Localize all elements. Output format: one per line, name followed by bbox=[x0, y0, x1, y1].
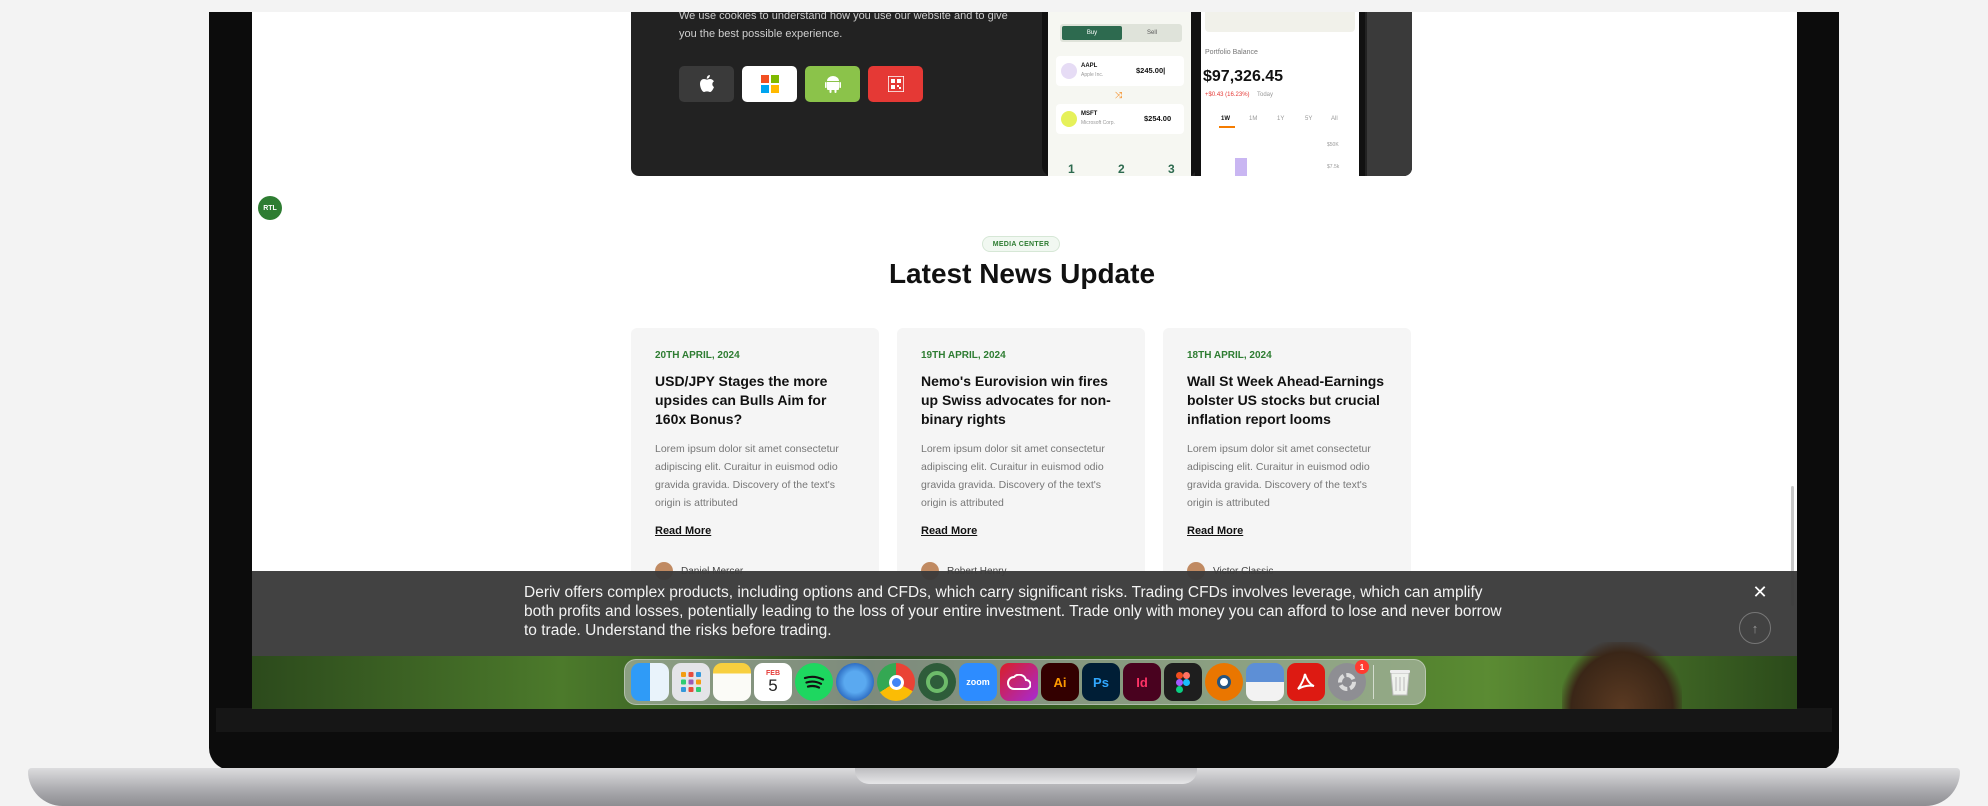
news-card[interactable]: 18TH APRIL, 2024 Wall St Week Ahead-Earn… bbox=[1163, 328, 1411, 588]
notes-icon[interactable] bbox=[713, 663, 751, 701]
stock-company: Apple Inc. bbox=[1081, 72, 1104, 78]
finder-icon[interactable] bbox=[631, 663, 669, 701]
apple-store-button[interactable] bbox=[679, 66, 734, 102]
zoom-label: zoom bbox=[966, 677, 990, 687]
android-store-button[interactable] bbox=[805, 66, 860, 102]
indesign-icon[interactable]: Id bbox=[1123, 663, 1161, 701]
blender-icon[interactable] bbox=[1205, 663, 1243, 701]
news-date: 20TH APRIL, 2024 bbox=[655, 350, 740, 361]
stock-row-msft[interactable]: MSFT Microsoft Corp. $254.00 bbox=[1056, 104, 1184, 134]
device-edge bbox=[1367, 12, 1412, 176]
close-icon[interactable]: ✕ bbox=[1749, 581, 1771, 603]
chrome-icon[interactable] bbox=[877, 663, 915, 701]
rtl-toggle-button[interactable]: RTL bbox=[258, 196, 282, 220]
balance-change: +$0.43 (16.23%) bbox=[1205, 92, 1250, 98]
stock-price: $245.00| bbox=[1136, 66, 1166, 75]
range-tab-underline bbox=[1219, 126, 1235, 128]
risk-warning-text: Deriv offers complex products, including… bbox=[524, 584, 1502, 639]
photoshop-icon[interactable]: Ps bbox=[1082, 663, 1120, 701]
stock-company: Microsoft Corp. bbox=[1081, 120, 1115, 126]
app-promo-card: We use cookies to understand how you use… bbox=[631, 12, 1412, 176]
balance-value: $97,326.45 bbox=[1203, 68, 1284, 85]
range-tab-5y[interactable]: 5Y bbox=[1305, 116, 1312, 122]
range-tab-all[interactable]: All bbox=[1331, 116, 1338, 122]
phone-portfolio-screen: Portfolio Balance $97,326.45 +$0.43 (16.… bbox=[1201, 12, 1359, 176]
launchpad-icon[interactable] bbox=[672, 663, 710, 701]
microsoft-logo-icon bbox=[1061, 111, 1077, 127]
balance-change-period: Today bbox=[1257, 92, 1274, 98]
chart-axis-label: $7.5k bbox=[1327, 164, 1340, 170]
sell-tab[interactable]: Sell bbox=[1124, 26, 1180, 40]
range-tab-1w[interactable]: 1W bbox=[1221, 116, 1230, 122]
news-card[interactable]: 20TH APRIL, 2024 USD/JPY Stages the more… bbox=[631, 328, 879, 588]
buy-sell-toggle[interactable]: Buy Sell bbox=[1060, 24, 1182, 42]
range-tab-1m[interactable]: 1M bbox=[1249, 116, 1257, 122]
windows-icon bbox=[760, 75, 779, 93]
wallpaper-tree bbox=[1562, 642, 1682, 709]
news-title[interactable]: Nemo's Eurovision win fires up Swiss adv… bbox=[921, 372, 1126, 429]
acrobat-icon[interactable] bbox=[1287, 663, 1325, 701]
cookie-text: We use cookies to understand how you use… bbox=[679, 12, 1008, 40]
chart-bar bbox=[1235, 158, 1247, 176]
creative-cloud-icon[interactable] bbox=[1000, 663, 1038, 701]
keypad-key[interactable]: 2 bbox=[1118, 162, 1125, 176]
stock-ticker: AAPL bbox=[1081, 63, 1098, 69]
news-date: 19TH APRIL, 2024 bbox=[921, 350, 1006, 361]
news-excerpt: Lorem ipsum dolor sit amet consectetur a… bbox=[1187, 443, 1371, 509]
news-card[interactable]: 19TH APRIL, 2024 Nemo's Eurovision win f… bbox=[897, 328, 1145, 588]
news-title[interactable]: USD/JPY Stages the more upsides can Bull… bbox=[655, 372, 860, 429]
range-tab-1y[interactable]: 1Y bbox=[1277, 116, 1284, 122]
cloud-app-icon[interactable] bbox=[836, 663, 874, 701]
scroll-to-top-button[interactable]: ↑ bbox=[1739, 612, 1771, 644]
phone-mockup-trade: Buy Sell AAPL Apple Inc. $245.00| ⤨ MSFT… bbox=[1042, 12, 1197, 176]
macos-dock: FEB 5 zoom Ai Ps Id 1 bbox=[624, 659, 1426, 705]
stock-price: $254.00 bbox=[1144, 114, 1172, 123]
indesign-label: Id bbox=[1136, 674, 1148, 690]
keypad-key[interactable]: 3 bbox=[1168, 162, 1175, 176]
news-excerpt: Lorem ipsum dolor sit amet consectetur a… bbox=[921, 443, 1105, 509]
buy-tab[interactable]: Buy bbox=[1062, 26, 1122, 40]
illustrator-label: Ai bbox=[1053, 674, 1067, 690]
balance-label: Portfolio Balance bbox=[1205, 49, 1258, 56]
phone-mockup-portfolio: Portfolio Balance $97,326.45 +$0.43 (16.… bbox=[1195, 12, 1365, 176]
calendar-icon[interactable]: FEB 5 bbox=[754, 663, 792, 701]
swap-icon[interactable]: ⤨ bbox=[1115, 90, 1122, 101]
circle-app-icon[interactable] bbox=[918, 663, 956, 701]
laptop-screen: We use cookies to understand how you use… bbox=[252, 12, 1797, 709]
news-excerpt: Lorem ipsum dolor sit amet consectetur a… bbox=[655, 443, 839, 509]
stock-row-aapl[interactable]: AAPL Apple Inc. $245.00| bbox=[1056, 56, 1184, 86]
section-title: Latest News Update bbox=[888, 258, 1156, 289]
zoom-icon[interactable]: zoom bbox=[959, 663, 997, 701]
calendar-day: 5 bbox=[768, 676, 778, 695]
notification-badge: 1 bbox=[1355, 660, 1369, 674]
arrow-up-icon: ↑ bbox=[1751, 620, 1759, 636]
stock-ticker: MSFT bbox=[1081, 111, 1098, 117]
qr-code-button[interactable] bbox=[868, 66, 923, 102]
apple-icon bbox=[699, 75, 714, 92]
illustrator-icon[interactable]: Ai bbox=[1041, 663, 1079, 701]
dock-separator bbox=[1373, 665, 1374, 699]
trash-icon[interactable] bbox=[1381, 663, 1419, 701]
preview-icon[interactable] bbox=[1246, 663, 1284, 701]
read-more-link[interactable]: Read More bbox=[1187, 525, 1243, 537]
windows-store-button[interactable] bbox=[742, 66, 797, 102]
qr-code-icon bbox=[887, 76, 904, 92]
news-title[interactable]: Wall St Week Ahead-Earnings bolster US s… bbox=[1187, 372, 1392, 429]
phone-trade-screen: Buy Sell AAPL Apple Inc. $245.00| ⤨ MSFT… bbox=[1048, 12, 1191, 176]
android-icon bbox=[824, 76, 841, 93]
system-settings-icon[interactable]: 1 bbox=[1328, 660, 1369, 701]
spotify-icon[interactable] bbox=[795, 663, 833, 701]
keypad-key[interactable]: 1 bbox=[1068, 162, 1075, 176]
chart-axis-label: $50K bbox=[1327, 142, 1339, 148]
laptop-chin bbox=[216, 708, 1832, 732]
read-more-link[interactable]: Read More bbox=[655, 525, 711, 537]
media-center-pill: MEDIA CENTER bbox=[982, 236, 1060, 252]
apple-logo-icon bbox=[1061, 63, 1077, 79]
photoshop-label: Ps bbox=[1093, 674, 1109, 690]
news-date: 18TH APRIL, 2024 bbox=[1187, 350, 1272, 361]
read-more-link[interactable]: Read More bbox=[921, 525, 977, 537]
portfolio-header-card bbox=[1205, 12, 1355, 32]
laptop-notch bbox=[855, 768, 1197, 784]
figma-icon[interactable] bbox=[1164, 663, 1202, 701]
